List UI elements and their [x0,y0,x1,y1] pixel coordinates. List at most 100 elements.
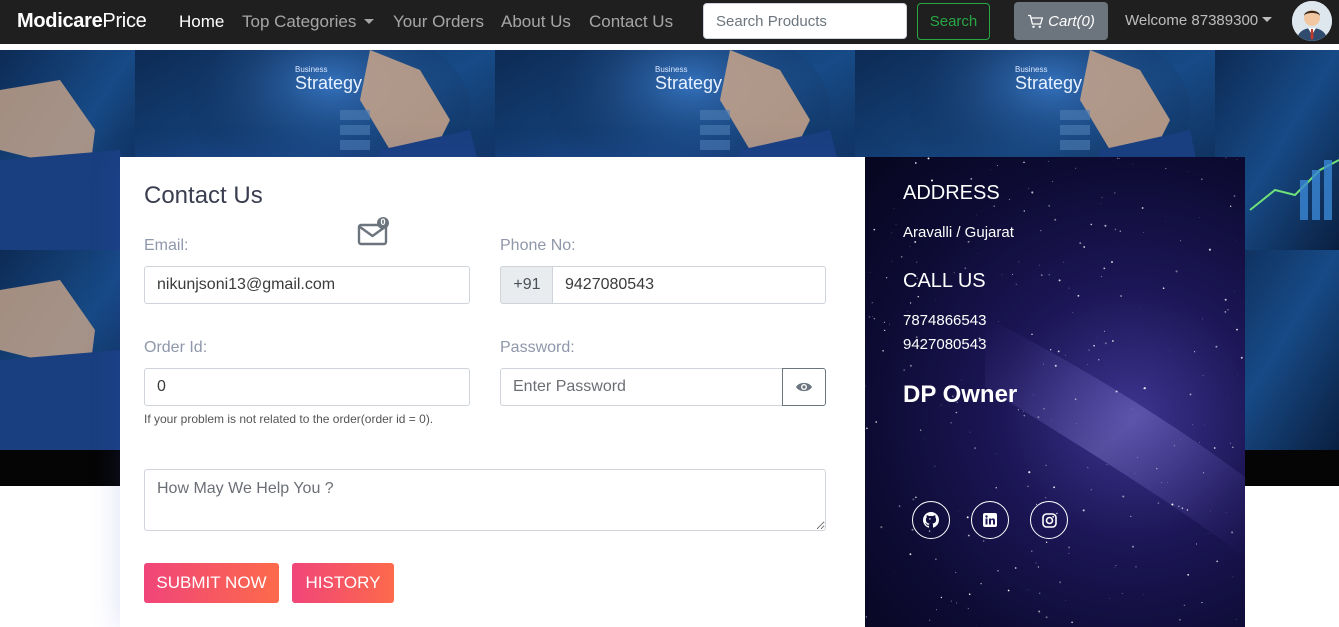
star [1023,162,1024,163]
star [1226,157,1227,158]
order-id-field[interactable] [144,368,470,406]
star [1031,334,1032,335]
cart-button[interactable]: Cart(0) [1014,2,1108,40]
star [1035,562,1036,563]
star [1103,268,1105,270]
star [882,350,884,352]
nav-contact-us[interactable]: Contact Us [589,12,673,32]
star [1135,566,1136,567]
star [1077,295,1079,297]
star [1115,567,1116,568]
star [1174,445,1175,446]
star [1033,395,1034,396]
brand-logo[interactable]: ModicarePrice [17,10,146,33]
star [1237,159,1238,160]
star [1135,473,1136,474]
github-link[interactable] [912,501,950,539]
mail-badge: 0 [379,217,387,227]
star [1203,375,1204,376]
star [1059,581,1061,583]
user-menu[interactable]: Welcome 87389300 [1125,12,1272,29]
star [996,487,997,488]
star [1100,203,1101,204]
order-id-label: Order Id: [144,339,207,357]
linkedin-icon [983,513,997,527]
star [1167,482,1168,483]
toggle-password-button[interactable] [782,368,826,406]
star [924,438,925,439]
star [1158,502,1160,504]
star [1142,207,1144,209]
star [1234,195,1236,197]
phone-number: 7874866543 [903,312,986,329]
star [1205,424,1206,425]
github-icon [923,512,939,528]
star [1027,486,1029,488]
nav-home[interactable]: Home [179,12,224,32]
star [1031,191,1033,193]
address-heading: ADDRESS [903,182,1000,205]
star [976,215,977,216]
star [1214,447,1216,449]
star [1176,270,1178,272]
star [1048,205,1049,206]
star [1132,164,1133,165]
star [1163,287,1165,289]
linkedin-link[interactable] [971,501,1009,539]
star [1202,318,1203,319]
brand-light: Price [102,10,146,32]
email-field[interactable] [144,266,470,304]
phone-field[interactable] [552,266,826,304]
avatar[interactable] [1292,1,1332,41]
star [1076,423,1077,424]
star [1116,390,1118,392]
history-button[interactable]: HISTORY [292,563,394,603]
nav-about-us[interactable]: About Us [501,12,571,32]
nav-top-categories[interactable]: Top Categories [242,12,374,32]
search-button[interactable]: Search [917,3,990,40]
star [1054,219,1056,221]
star [1046,616,1048,618]
star [1199,217,1200,218]
star [1111,261,1113,263]
message-textarea[interactable] [144,469,826,531]
star [1104,225,1106,227]
cart-icon [1027,14,1044,29]
star [892,233,893,234]
star [1024,210,1025,211]
star [1050,349,1051,350]
star [1225,311,1227,313]
star [903,369,905,371]
star [1015,567,1017,569]
star [1187,509,1188,510]
star [1048,161,1049,162]
star [983,540,984,541]
star [1093,345,1095,347]
star [1231,531,1233,533]
order-id-help: If your problem is not related to the or… [144,412,433,426]
star [1132,409,1133,410]
nav-your-orders[interactable]: Your Orders [393,12,484,32]
star [1161,482,1162,483]
star [1196,543,1197,544]
star [1071,622,1073,624]
nav-top-categories-label: Top Categories [242,12,356,31]
star [1180,240,1181,241]
mail-notification[interactable]: 0 [357,217,391,247]
submit-button[interactable]: SUBMIT NOW [144,563,279,603]
password-field[interactable] [500,368,783,406]
star [1051,420,1052,421]
banner-text-large: Strategy [295,73,362,93]
star [1199,442,1200,443]
search-input[interactable] [703,3,907,39]
star [1225,299,1227,301]
star [901,256,903,258]
star [1068,546,1070,548]
instagram-link[interactable] [1030,501,1068,539]
star [1119,158,1120,159]
star [1018,409,1019,410]
star [1045,497,1046,498]
contact-form-card: Contact Us 0 Email: Phone No: +91 Order … [120,157,865,627]
star [912,498,914,500]
star [1083,246,1085,248]
